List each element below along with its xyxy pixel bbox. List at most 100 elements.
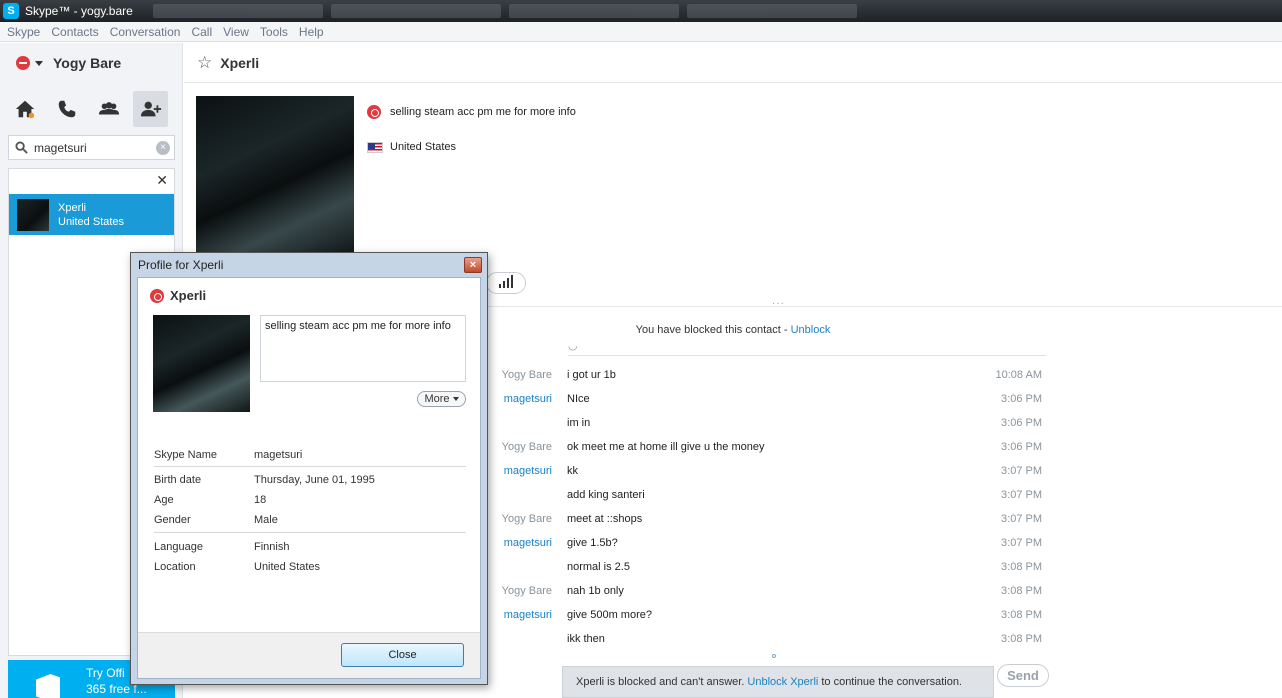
message-time: 3:08 PM: [1001, 585, 1042, 597]
message-sender[interactable]: magetsuri: [489, 609, 552, 621]
message-time: 3:07 PM: [1001, 465, 1042, 477]
skype-app-icon: S: [3, 3, 19, 19]
signal-bar: [503, 281, 505, 288]
detail-row-gender: Gender Male: [154, 514, 466, 530]
call-phones-button[interactable]: [50, 91, 85, 127]
window-title: Skype™ - yogy.bare: [25, 4, 133, 18]
mood-text: selling steam acc pm me for more info: [390, 106, 576, 118]
scroll-to-bottom-icon[interactable]: [772, 654, 776, 658]
add-contact-icon: [140, 101, 161, 117]
skype-status-icon: [367, 105, 381, 119]
dialog-avatar: [153, 315, 250, 412]
splitter-grip-icon[interactable]: ···: [772, 298, 785, 309]
message-time: 3:08 PM: [1001, 561, 1042, 573]
menu-contacts[interactable]: Contacts: [51, 25, 98, 39]
message-sender: Yogy Bare: [501, 513, 552, 525]
message-text: NIce: [567, 393, 590, 405]
unblock-contact-link[interactable]: Unblock Xperli: [747, 676, 818, 688]
skype-status-icon: [150, 288, 164, 303]
detail-value: Finnish: [254, 541, 290, 553]
chevron-down-icon[interactable]: [35, 60, 43, 66]
menu-help[interactable]: Help: [299, 25, 324, 39]
close-results-icon[interactable]: ✕: [156, 172, 168, 189]
message-time: 3:06 PM: [1001, 441, 1042, 453]
divider: [154, 466, 466, 467]
signal-bar: [499, 284, 501, 288]
message-sender: Yogy Bare: [501, 585, 552, 597]
sidebar-nav: [8, 91, 175, 127]
window-title-bar: S Skype™ - yogy.bare: [0, 0, 1282, 22]
country-text: United States: [390, 141, 457, 153]
chevron-down-icon: [452, 397, 459, 401]
more-button[interactable]: More: [417, 391, 466, 407]
message-sender: Yogy Bare: [501, 441, 552, 453]
detail-value: magetsuri: [254, 449, 303, 461]
status-dnd-icon[interactable]: [16, 56, 30, 70]
add-contact-button[interactable]: [133, 91, 168, 127]
dialog-title[interactable]: Profile for Xperli: [138, 258, 223, 272]
menu-tools[interactable]: Tools: [260, 25, 288, 39]
my-profile[interactable]: Yogy Bare: [0, 43, 183, 83]
clear-search-icon[interactable]: ×: [156, 140, 170, 155]
contact-country: United States: [367, 141, 456, 153]
detail-label: Location: [154, 561, 196, 573]
search-input[interactable]: [34, 140, 152, 155]
message-text: im in: [567, 417, 591, 429]
detail-row-birth-date: Birth date Thursday, June 01, 1995: [154, 474, 466, 490]
group-icon: [98, 102, 119, 115]
detail-label: Gender: [154, 514, 191, 526]
menu-call[interactable]: Call: [191, 25, 212, 39]
profile-name[interactable]: Yogy Bare: [53, 55, 121, 71]
background-taskbar-tabs: [152, 4, 857, 18]
detail-value: Male: [254, 514, 278, 526]
call-quality-button[interactable]: [486, 272, 526, 294]
profile-dialog: Profile for Xperli × Xperli selling stea…: [130, 252, 488, 685]
conversation-title: Xperli: [220, 54, 260, 71]
dialog-close-icon[interactable]: ×: [464, 257, 482, 273]
message-text: give 1.5b?: [567, 537, 618, 549]
send-button[interactable]: Send: [997, 664, 1049, 687]
detail-value: United States: [254, 561, 321, 573]
message-text: ikk then: [567, 633, 605, 645]
close-button[interactable]: Close: [341, 643, 464, 667]
message-sender[interactable]: magetsuri: [489, 537, 552, 549]
detail-label: Skype Name: [154, 449, 217, 461]
detail-row-skype-name: Skype Name magetsuri: [154, 449, 466, 465]
unblock-link[interactable]: Unblock: [791, 324, 831, 336]
signal-bar: [511, 275, 513, 288]
home-icon: [16, 100, 35, 119]
menu-skype[interactable]: Skype: [7, 25, 40, 39]
detail-value: 18: [254, 494, 267, 506]
message-text: give 500m more?: [567, 609, 652, 621]
result-location: United States: [58, 215, 125, 228]
menu-view[interactable]: View: [223, 25, 249, 39]
message-text: nah 1b only: [567, 585, 624, 597]
date-divider: ◡: [568, 346, 1046, 356]
dialog-footer: Close: [138, 632, 480, 678]
background-tab: [508, 4, 679, 18]
message-time: 10:08 AM: [995, 369, 1042, 381]
message-text: meet at ::shops: [567, 513, 643, 525]
message-time: 3:07 PM: [1001, 537, 1042, 549]
create-group-button[interactable]: [92, 91, 127, 127]
favorite-star-icon[interactable]: ☆: [197, 53, 212, 73]
message-time: 3:06 PM: [1001, 393, 1042, 405]
search-icon: [15, 141, 28, 154]
date-divider-text: ◡: [568, 346, 578, 352]
search-result-item[interactable]: Xperli United States: [9, 194, 174, 235]
detail-label: Language: [154, 541, 203, 553]
menu-conversation[interactable]: Conversation: [110, 25, 181, 39]
detail-label: Age: [154, 494, 174, 506]
detail-label: Birth date: [154, 474, 202, 486]
message-time: 3:07 PM: [1001, 489, 1042, 501]
detail-row-location: Location United States: [154, 561, 466, 577]
divider: [154, 532, 466, 533]
detail-value: Thursday, June 01, 1995: [254, 474, 375, 486]
message-text: i got ur 1b: [567, 369, 616, 381]
home-button[interactable]: [8, 91, 43, 127]
message-sender[interactable]: magetsuri: [489, 465, 552, 477]
message-sender[interactable]: magetsuri: [489, 393, 552, 405]
result-text: Xperli United States: [58, 201, 124, 229]
more-label: More: [424, 393, 450, 405]
result-name: Xperli: [58, 201, 87, 214]
